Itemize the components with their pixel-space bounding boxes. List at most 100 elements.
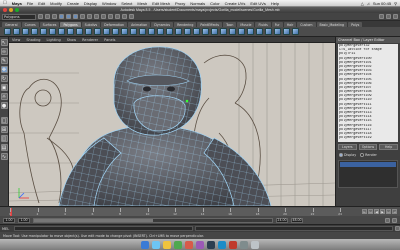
menu-edit[interactable]: Edit [38,1,45,6]
options-button[interactable]: Options [358,144,378,150]
script-editor-icon[interactable] [395,226,400,231]
panel-menu-view[interactable]: View [12,38,20,42]
itunes-icon[interactable] [185,240,193,249]
command-input[interactable] [13,226,193,231]
new-scene-icon[interactable] [38,14,43,19]
apple-icon[interactable]:  [3,0,7,6]
poly-cone-icon[interactable] [31,28,38,35]
ipr-render-icon[interactable] [122,14,127,19]
append-icon[interactable] [112,28,119,35]
separate-icon[interactable] [67,28,74,35]
go-to-end-icon[interactable]: ⇥ [392,209,397,214]
freeze-transform-icon[interactable] [274,28,281,35]
triangulate-icon[interactable] [202,28,209,35]
render-frame-icon[interactable] [115,14,120,19]
range-slider-handle[interactable] [34,218,153,222]
poly-cylinder-icon[interactable] [22,28,29,35]
split-icon[interactable] [121,28,128,35]
snap-surface-icon[interactable] [101,14,106,19]
last-tool-icon[interactable]: ● [0,102,8,109]
display-layer-list[interactable] [338,160,398,188]
panel-menu-renderer[interactable]: Renderer [82,38,98,42]
maya-icon[interactable] [218,240,226,249]
menu-proxy[interactable]: Proxy [175,1,185,6]
time-slider-track[interactable]: 1 2 4 6 8 10 12 14 16 18 20 22 24 [9,208,342,216]
menu-edit-mesh[interactable]: Edit Mesh [152,1,170,6]
display-layer-item[interactable] [340,162,396,167]
move-tool-icon[interactable]: ✥ [0,66,8,73]
lasso-tool-icon[interactable]: ∞ [0,48,8,55]
delete-history-icon[interactable] [292,28,299,35]
merge-icon[interactable] [130,28,137,35]
auto-key-icon[interactable] [385,217,390,223]
four-pane-layout-icon[interactable]: ⊞ [0,126,8,133]
single-pane-layout-icon[interactable]: □ [0,117,8,124]
construction-history-icon[interactable] [108,14,113,19]
menu-window[interactable]: Window [102,1,116,6]
mail-icon[interactable] [163,240,171,249]
rotate-tool-icon[interactable]: ↻ [0,75,8,82]
spotlight-icon[interactable]: ⚲ [394,1,397,6]
menu-mesh[interactable]: Mesh [137,1,147,6]
wifi-icon[interactable]: △ [361,1,364,6]
sculpt-icon[interactable] [256,28,263,35]
wedge-icon[interactable] [193,28,200,35]
snap-grid-icon[interactable] [80,14,85,19]
anim-start-field[interactable]: 1.00 [3,217,15,223]
play-back-icon[interactable]: ◀ [374,209,379,214]
select-object-icon[interactable] [66,14,71,19]
render-globals-icon[interactable] [129,14,134,19]
outliner-layout-icon[interactable]: ▤ [0,144,8,151]
range-slider[interactable] [33,217,273,223]
manipulator-icon[interactable]: ☼ [0,93,8,100]
snap-curve-icon[interactable] [87,14,92,19]
center-pivot-icon[interactable] [283,28,290,35]
display-radio[interactable]: Display [339,153,356,157]
play-forward-icon[interactable]: ▶ [380,209,385,214]
snap-point-icon[interactable] [94,14,99,19]
poly-plane-icon[interactable] [40,28,47,35]
layers-button[interactable]: Layers [338,144,357,150]
clock[interactable]: Sun 00:45 [373,1,391,6]
panel-menu-lighting[interactable]: Lighting [47,38,61,42]
menu-create-uvs[interactable]: Create UVs [225,1,246,6]
poly-sphere-icon[interactable] [4,28,11,35]
panel-menu-show[interactable]: Show [67,38,76,42]
step-forward-icon[interactable]: ↦ [386,209,391,214]
go-to-start-icon[interactable]: ⇤ [362,209,367,214]
menu-help[interactable]: Help [271,1,279,6]
command-language-label[interactable]: MEL [2,227,12,231]
extract-icon[interactable] [76,28,83,35]
planar-map-icon[interactable] [247,28,254,35]
iphoto-icon[interactable] [196,240,204,249]
menu-display[interactable]: Display [84,1,97,6]
preferences-icon[interactable] [240,240,248,249]
menu-modify[interactable]: Modify [50,1,62,6]
extrude-icon[interactable] [94,28,101,35]
combine-icon[interactable] [58,28,65,35]
safari-icon[interactable] [152,240,160,249]
bevel-icon[interactable] [139,28,146,35]
delete-edge-icon[interactable] [175,28,182,35]
paint-select-icon[interactable]: ✎ [0,57,8,64]
soft-modify-icon[interactable] [265,28,272,35]
scale-tool-icon[interactable]: ▣ [0,84,8,91]
app-name[interactable]: Maya [12,1,22,6]
step-back-icon[interactable]: ↤ [368,209,373,214]
insert-edge-loop-icon[interactable] [166,28,173,35]
select-hierarchy-icon[interactable] [59,14,64,19]
poke-icon[interactable] [184,28,191,35]
ichat-icon[interactable] [174,240,182,249]
two-pane-layout-icon[interactable]: ◫ [0,135,8,142]
menu-set-dropdown[interactable]: Polygons [2,13,36,20]
trash-icon[interactable] [251,240,259,249]
render-radio[interactable]: Render [360,153,377,157]
anim-end-field[interactable]: 48.00 [291,217,303,223]
help-button[interactable]: Help [379,144,399,150]
bridge-icon[interactable] [103,28,110,35]
graph-layout-icon[interactable]: ∿ [0,153,8,160]
select-tool-icon[interactable]: ↖ [0,39,8,46]
poly-cube-icon[interactable] [13,28,20,35]
terminal-icon[interactable] [207,240,215,249]
perspective-viewport[interactable] [9,43,335,206]
